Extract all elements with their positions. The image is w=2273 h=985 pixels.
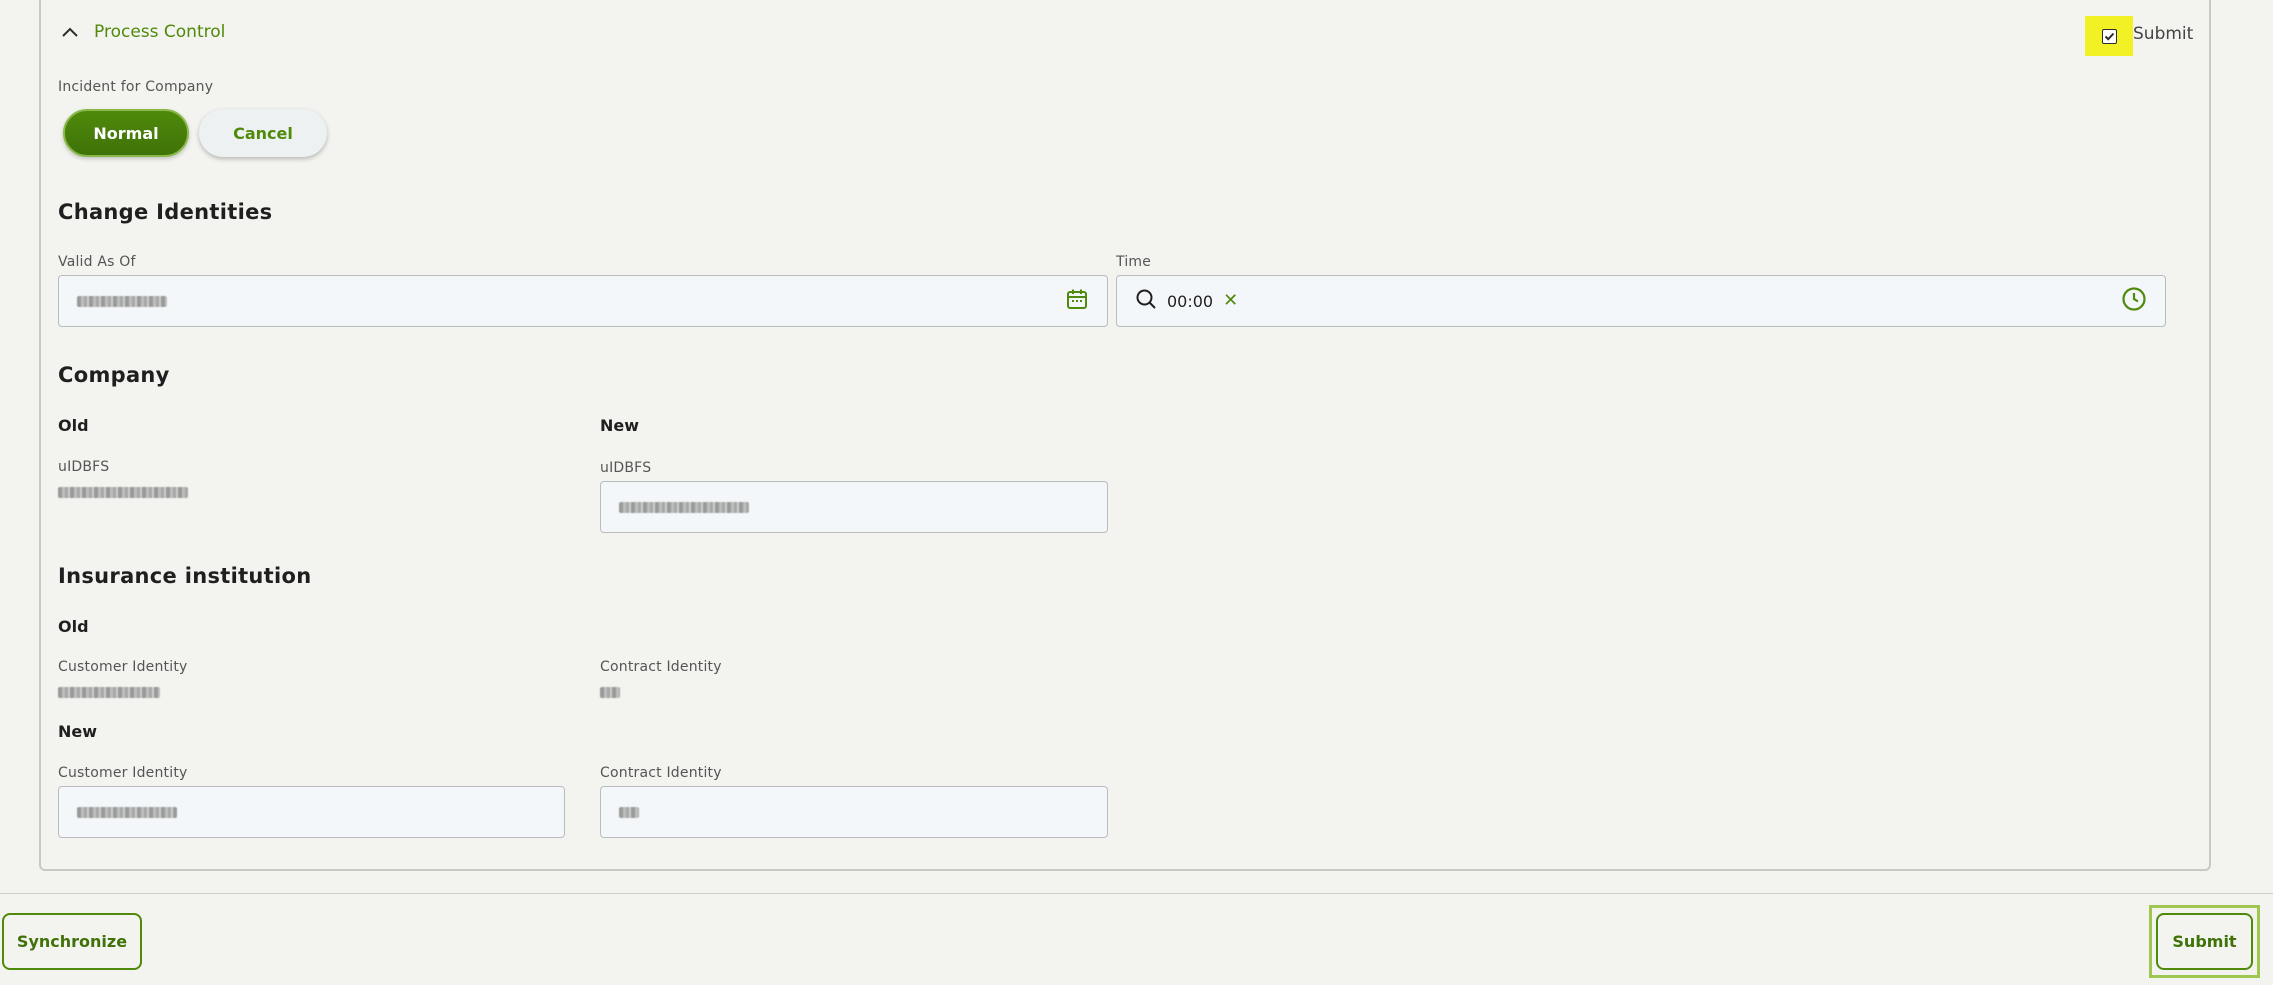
- redacted-text: [77, 806, 177, 818]
- clock-icon[interactable]: [2121, 286, 2147, 316]
- cancel-button[interactable]: Cancel: [199, 109, 327, 157]
- new-customer-identity-label: Customer Identity: [58, 765, 188, 781]
- time-label: Time: [1116, 254, 1152, 270]
- redacted-text: [58, 687, 160, 698]
- old-customer-identity-value-redacted: [58, 683, 160, 702]
- time-input[interactable]: 00:00 ✕: [1116, 275, 2166, 327]
- redacted-text: [619, 806, 639, 818]
- redacted-text: [600, 687, 620, 698]
- insurance-heading: Insurance institution: [58, 564, 312, 588]
- insurance-old-label: Old: [58, 617, 89, 636]
- check-icon: [2104, 32, 2114, 41]
- company-new-uidbfs-input[interactable]: [600, 481, 1108, 533]
- new-contract-identity-label: Contract Identity: [600, 765, 722, 781]
- old-contract-identity-label: Contract Identity: [600, 659, 722, 675]
- valid-as-of-input[interactable]: [58, 275, 1108, 327]
- normal-button[interactable]: Normal: [63, 109, 189, 157]
- company-old-uidbfs-label: uIDBFS: [58, 459, 110, 475]
- company-old-label: Old: [58, 416, 89, 435]
- synchronize-button[interactable]: Synchronize: [2, 913, 142, 970]
- submit-button[interactable]: Submit: [2156, 913, 2253, 970]
- new-customer-identity-input[interactable]: [58, 786, 565, 838]
- company-new-label: New: [600, 416, 640, 435]
- new-contract-identity-input[interactable]: [600, 786, 1108, 838]
- submit-checkbox[interactable]: [2101, 28, 2117, 44]
- process-control-panel: [39, 0, 2211, 871]
- submit-checkbox-highlight[interactable]: [2085, 16, 2133, 56]
- footer-divider: [0, 893, 2273, 894]
- redacted-text: [619, 501, 749, 513]
- company-heading: Company: [58, 363, 170, 387]
- time-value: 00:00: [1167, 291, 1214, 311]
- old-customer-identity-label: Customer Identity: [58, 659, 188, 675]
- old-contract-identity-value-redacted: [600, 683, 620, 702]
- company-old-uidbfs-value-redacted: [58, 483, 188, 502]
- redacted-text: [58, 487, 188, 498]
- chevron-up-icon: [60, 22, 80, 42]
- insurance-new-label: New: [58, 722, 98, 741]
- submit-checkbox-label: Submit: [2133, 24, 2194, 44]
- valid-as-of-value-redacted: [77, 295, 167, 307]
- company-new-uidbfs-label: uIDBFS: [600, 460, 652, 476]
- valid-as-of-label: Valid As Of: [58, 254, 136, 270]
- clear-time-icon[interactable]: ✕: [1223, 292, 1238, 310]
- process-control-toggle[interactable]: Process Control: [60, 22, 225, 42]
- search-icon: [1135, 288, 1157, 314]
- calendar-icon[interactable]: [1065, 287, 1089, 315]
- section-title: Process Control: [94, 22, 226, 42]
- change-identities-heading: Change Identities: [58, 200, 273, 224]
- incident-label: Incident for Company: [58, 79, 214, 95]
